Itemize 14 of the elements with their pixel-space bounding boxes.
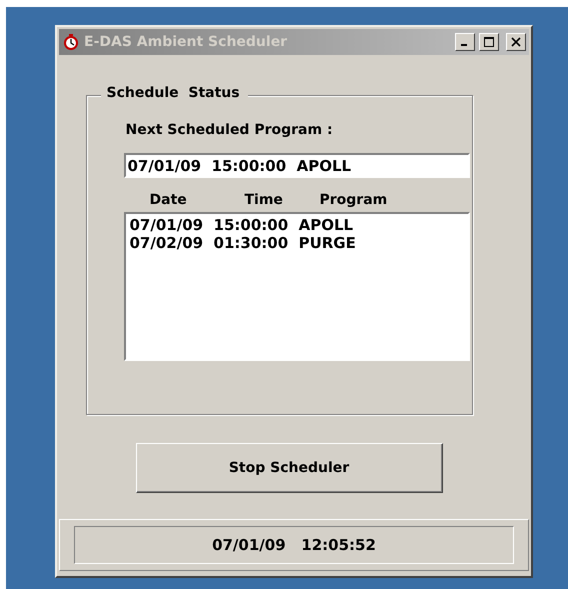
column-header: Time (244, 192, 284, 208)
column-header: Date (150, 192, 188, 208)
next-program-field[interactable]: 07/01/09 15:00:00 APOLL (124, 153, 470, 178)
maximize-icon (484, 37, 494, 47)
window-title: E-DAS Ambient Scheduler (84, 34, 288, 50)
stop-button[interactable]: Stop Scheduler (136, 443, 442, 493)
alarm-clock-icon (62, 33, 80, 51)
close-icon (511, 37, 521, 47)
status-text: 07/01/09 12:05:52 (74, 526, 514, 564)
list-item[interactable]: 07/02/09 01:30:00 PURGE (130, 234, 464, 252)
schedule-list[interactable]: 07/01/09 15:00:00 APOLL 07/02/09 01:30:00 PURGE (124, 212, 470, 361)
column-header: Program (320, 192, 388, 208)
field-label: Next Scheduled Program : (126, 122, 334, 138)
list-item[interactable]: 07/01/09 15:00:00 APOLL (130, 216, 464, 234)
